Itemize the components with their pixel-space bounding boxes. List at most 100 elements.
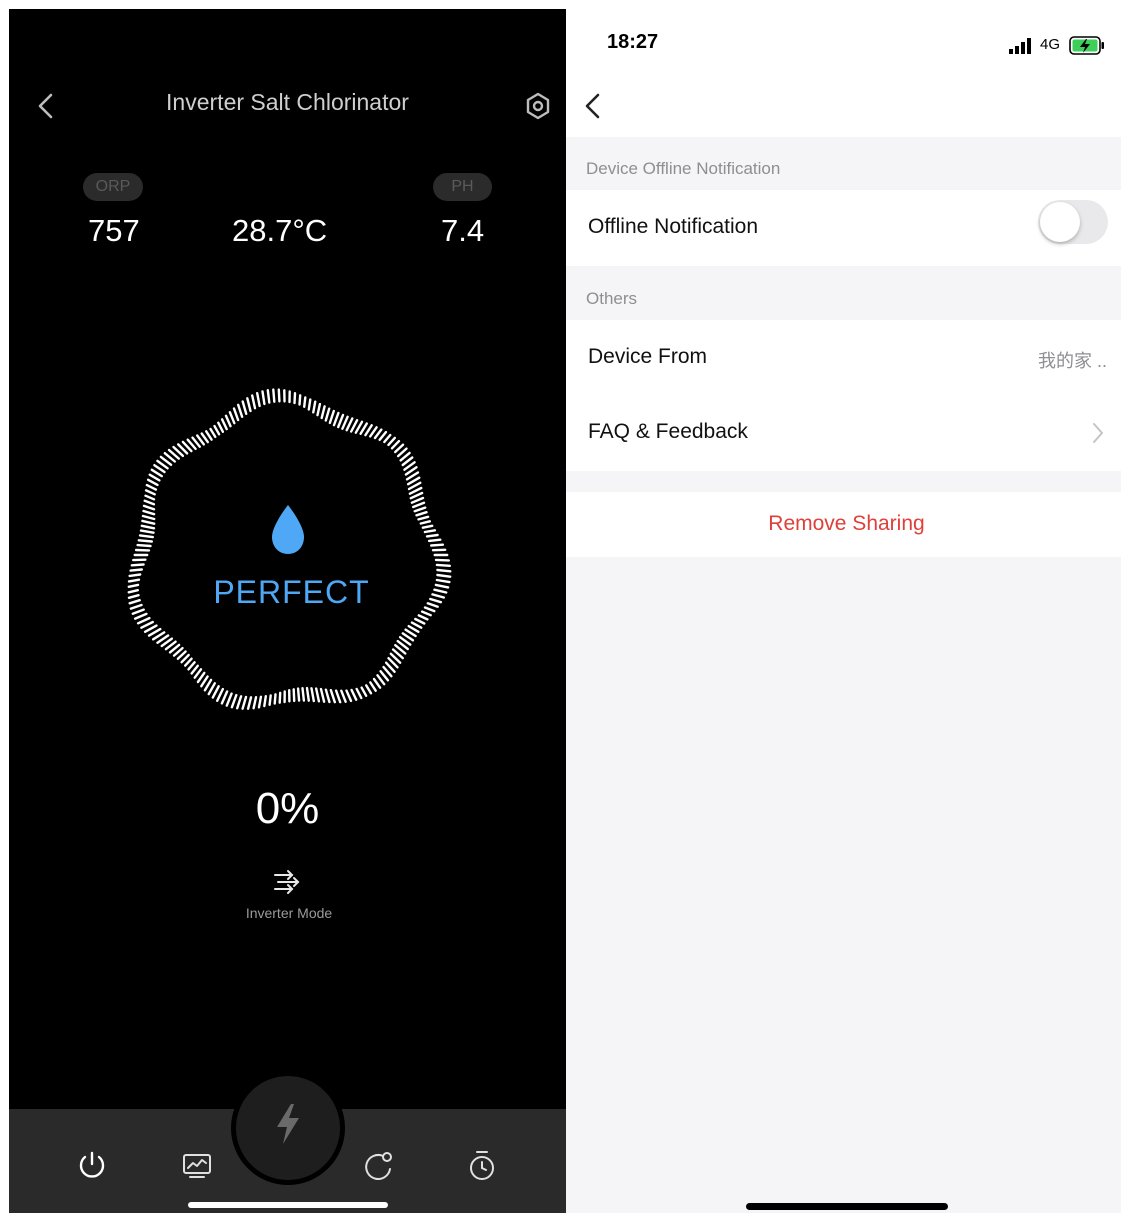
temperature-value: 28.7°C <box>232 213 328 248</box>
settings-hexagon-icon[interactable] <box>523 91 553 121</box>
ring-tick <box>204 430 213 441</box>
inverter-mode-label: Inverter Mode <box>245 905 333 921</box>
timer-icon[interactable] <box>465 1149 499 1183</box>
ring-tick <box>261 390 266 406</box>
ring-tick <box>434 558 450 562</box>
ring-tick <box>272 388 276 403</box>
faq-feedback-label: FAQ & Feedback <box>588 420 748 443</box>
ring-tick <box>417 614 429 621</box>
ring-tick <box>141 519 156 525</box>
ring-tick <box>142 509 156 516</box>
ring-tick <box>305 686 311 702</box>
device-from-row[interactable]: Device From 我的家 .. <box>566 320 1121 395</box>
ring-tick <box>129 568 143 572</box>
ring-tick <box>301 687 306 702</box>
ring-tick <box>412 501 426 509</box>
ring-tick <box>328 409 336 425</box>
device-title: Inverter Salt Chlorinator <box>166 89 409 115</box>
ring-tick <box>364 684 373 695</box>
status-bar <box>566 9 1121 137</box>
remove-sharing-button[interactable]: Remove Sharing <box>566 512 1121 536</box>
offline-notification-label: Offline Notification <box>588 215 759 238</box>
ring-tick <box>435 563 451 568</box>
ring-tick <box>420 610 432 617</box>
ring-tick <box>320 405 326 420</box>
ring-tick <box>241 400 248 415</box>
ring-tick <box>360 686 368 697</box>
water-drop-icon <box>272 505 304 554</box>
output-percent: 0% <box>255 784 320 833</box>
ring-tick <box>217 421 225 433</box>
ring-tick <box>130 563 145 567</box>
orp-value: 757 <box>88 213 140 248</box>
home-indicator <box>746 1203 948 1210</box>
ring-tick <box>414 617 426 625</box>
ring-tick <box>383 433 392 444</box>
ring-tick <box>332 411 340 427</box>
ring-tick <box>143 499 156 506</box>
ring-tick <box>255 391 261 408</box>
ring-tick <box>302 396 307 408</box>
ring-tick <box>141 514 156 521</box>
ring-tick <box>220 690 229 705</box>
ring-tick <box>324 688 331 704</box>
monitor-chart-icon[interactable] <box>180 1149 214 1183</box>
ring-tick <box>180 653 190 664</box>
ring-tick <box>350 688 358 701</box>
ring-tick <box>232 407 240 422</box>
ring-tick <box>142 504 156 511</box>
ring-tick <box>394 443 405 454</box>
ring-tick <box>341 415 349 430</box>
ring-tick <box>252 696 258 710</box>
ring-tick <box>407 624 420 634</box>
power-icon[interactable] <box>75 1149 109 1183</box>
ring-tick <box>187 661 196 671</box>
battery-charging-icon <box>1069 36 1104 55</box>
ring-tick <box>246 696 253 710</box>
ring-tick <box>190 664 200 675</box>
ring-tick <box>213 424 221 436</box>
ring-tick <box>425 533 439 538</box>
ring-tick <box>292 688 296 703</box>
ring-tick <box>144 494 156 501</box>
ring-tick <box>369 681 377 692</box>
boost-button[interactable] <box>231 1071 345 1185</box>
network-type: 4G <box>1040 36 1061 53</box>
ring-tick <box>277 388 281 403</box>
ring-tick <box>372 677 382 689</box>
ring-tick <box>136 616 151 625</box>
inverter-mode-icon[interactable] <box>272 869 302 895</box>
ring-tick <box>257 695 263 709</box>
back-arrow-icon[interactable] <box>580 91 606 121</box>
ring-tick <box>183 657 193 667</box>
ring-tick <box>410 496 425 504</box>
ring-tick <box>263 695 268 708</box>
ring-tick <box>196 671 206 684</box>
section-offline-header: Device Offline Notification <box>586 159 781 178</box>
orp-badge: ORP <box>83 173 143 201</box>
cellular-signal-icon <box>1009 38 1031 54</box>
ring-tick <box>140 524 156 530</box>
ring-tick <box>345 689 353 703</box>
ring-tick <box>146 478 159 487</box>
ring-tick <box>203 678 213 692</box>
water-status: PERFECT <box>213 574 370 610</box>
ring-tick <box>143 624 158 634</box>
ring-tick <box>319 687 326 703</box>
toggle-knob <box>1040 202 1080 242</box>
ring-tick <box>241 695 248 710</box>
offline-notification-toggle[interactable] <box>1038 200 1108 244</box>
cycle-icon[interactable] <box>361 1149 395 1183</box>
ring-tick <box>310 687 316 703</box>
ring-tick <box>387 436 396 447</box>
ring-tick <box>376 674 386 686</box>
ring-tick <box>409 491 424 500</box>
faq-feedback-row[interactable]: FAQ & Feedback <box>566 395 1121 471</box>
ring-tick <box>236 403 244 418</box>
ring-tick <box>235 695 243 710</box>
ring-tick <box>211 685 220 699</box>
others-group: Device From 我的家 .. FAQ & Feedback <box>566 320 1121 471</box>
ring-tick <box>417 515 430 521</box>
ring-tick <box>312 400 317 414</box>
ring-tick <box>410 621 423 629</box>
